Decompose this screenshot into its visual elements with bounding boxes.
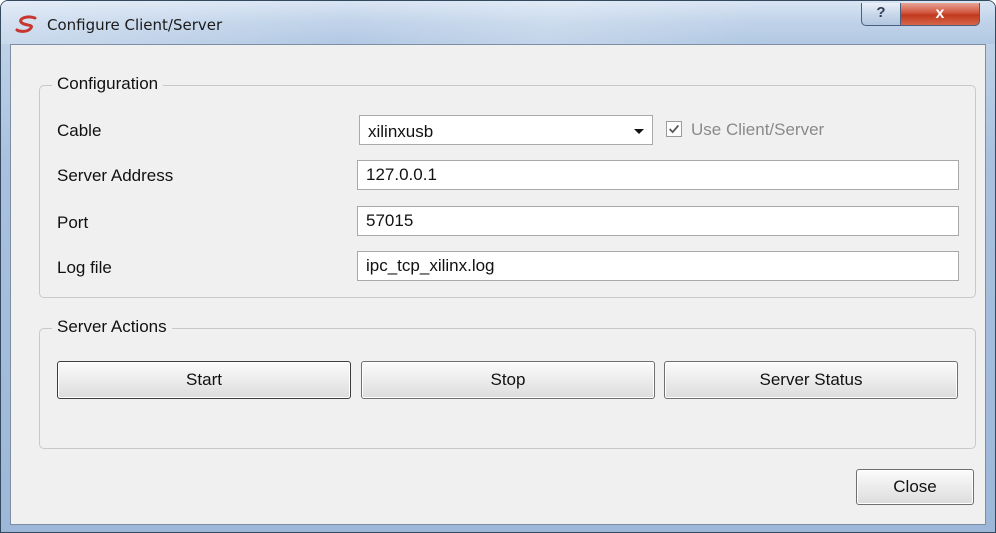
server-address-label: Server Address [57,166,174,185]
dropdown-arrow-icon[interactable] [630,122,648,140]
stop-button[interactable]: Stop [361,361,655,399]
dialog-client-area: Configuration Cable xilinxusb Use Client… [10,44,986,525]
cable-select-value: xilinxusb [368,122,434,141]
server-actions-group-title: Server Actions [52,317,172,337]
log-file-label: Log file [57,258,112,277]
port-input[interactable]: 57015 [357,206,959,236]
cable-select[interactable]: xilinxusb [359,115,653,145]
window-title: Configure Client/Server [47,16,223,34]
use-client-server-label: Use Client/Server [691,120,825,139]
app-logo-icon [15,15,37,33]
close-button[interactable]: Close [856,469,974,505]
start-button[interactable]: Start [57,361,351,399]
dialog-window: Configure Client/Server ? x Configuratio… [0,0,996,533]
help-icon: ? [876,4,886,21]
help-button[interactable]: ? [861,3,901,26]
server-status-button[interactable]: Server Status [664,361,958,399]
close-icon: x [935,5,945,22]
use-client-server-checkbox[interactable] [666,121,682,137]
title-bar[interactable]: Configure Client/Server ? x [1,1,995,44]
log-file-input[interactable]: ipc_tcp_xilinx.log [357,251,959,281]
server-address-input[interactable]: 127.0.0.1 [357,160,959,190]
checkmark-icon [669,124,680,134]
configuration-group-title: Configuration [52,74,164,94]
port-label: Port [57,213,89,232]
window-close-button[interactable]: x [900,3,980,26]
cable-label: Cable [57,121,102,140]
